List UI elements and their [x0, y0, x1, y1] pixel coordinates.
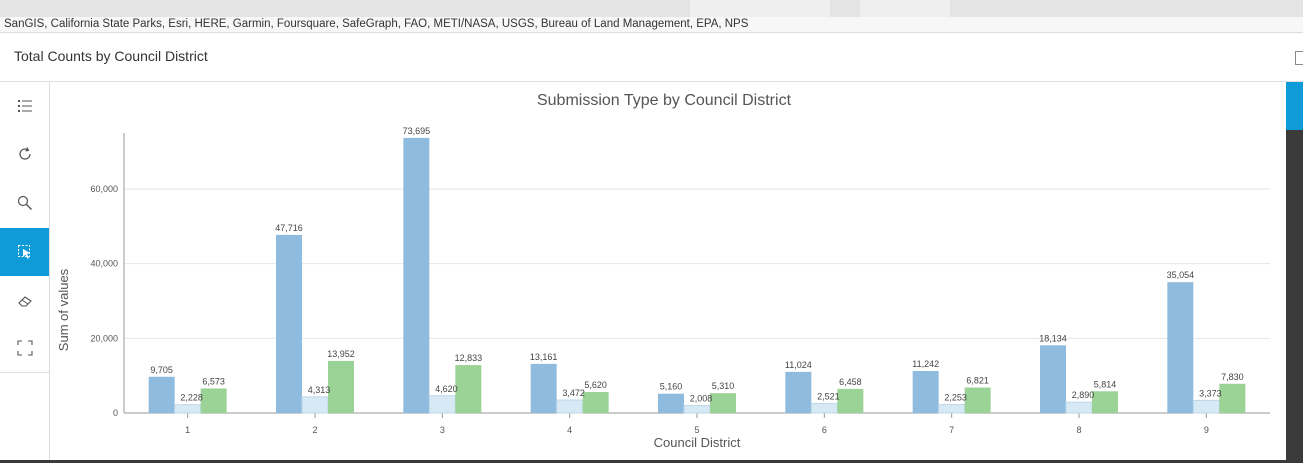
- right-scrollbar[interactable]: [1286, 82, 1303, 463]
- bar[interactable]: [1167, 282, 1194, 413]
- selection-icon: [17, 245, 30, 259]
- bar[interactable]: [1192, 399, 1220, 414]
- y-axis-label: Sum of values: [56, 268, 71, 351]
- bar[interactable]: [428, 395, 456, 414]
- bar[interactable]: [938, 404, 966, 414]
- bar-chart[interactable]: Submission Type by Council District Sum …: [50, 82, 1286, 463]
- x-tick-label: 3: [440, 425, 445, 435]
- data-label: 3,373: [1199, 388, 1222, 398]
- data-label: 2,228: [180, 393, 203, 403]
- bar[interactable]: [964, 387, 991, 413]
- zoom-icon: [17, 195, 32, 210]
- x-tick-label: 6: [822, 425, 827, 435]
- bar[interactable]: [683, 405, 711, 414]
- refresh-icon: [18, 147, 31, 160]
- data-label: 6,458: [839, 377, 862, 387]
- y-tick-label: 40,000: [90, 259, 118, 269]
- x-tick-label: 1: [185, 425, 190, 435]
- panel-header: Total Counts by Council District: [0, 33, 1303, 82]
- selection-button[interactable]: [0, 228, 49, 276]
- data-label: 2,890: [1072, 390, 1095, 400]
- y-tick-label: 60,000: [90, 184, 118, 194]
- bar[interactable]: [301, 396, 329, 414]
- eraser-icon: [17, 296, 32, 307]
- map-road: [690, 0, 830, 17]
- bar[interactable]: [148, 376, 175, 413]
- y-tick-label: 0: [113, 408, 118, 418]
- data-label: 3,472: [562, 388, 585, 398]
- bar[interactable]: [200, 388, 227, 413]
- data-label: 47,716: [275, 223, 303, 233]
- bar[interactable]: [837, 388, 864, 413]
- bar[interactable]: [328, 360, 354, 413]
- bar[interactable]: [1040, 345, 1066, 413]
- toolbar-divider: [0, 372, 49, 373]
- fullscreen-button[interactable]: [0, 324, 49, 372]
- data-label: 6,821: [966, 376, 989, 386]
- bar[interactable]: [1065, 401, 1093, 414]
- data-label: 5,814: [1094, 379, 1117, 389]
- map-attribution: SanGIS, California State Parks, Esri, HE…: [0, 17, 1303, 33]
- map-road: [860, 0, 950, 17]
- data-label: 13,952: [327, 349, 355, 359]
- data-label: 5,620: [584, 380, 607, 390]
- bar[interactable]: [556, 399, 584, 414]
- data-label: 9,705: [150, 365, 173, 375]
- data-label: 18,134: [1039, 333, 1067, 343]
- export-icon[interactable]: [1295, 51, 1303, 65]
- data-label: 4,313: [308, 385, 331, 395]
- panel-title: Total Counts by Council District: [14, 48, 208, 64]
- zoom-button[interactable]: [0, 179, 49, 227]
- x-tick-label: 5: [694, 425, 699, 435]
- bar[interactable]: [810, 403, 838, 414]
- bars: [148, 137, 1246, 414]
- x-tick-label: 4: [567, 425, 572, 435]
- expand-icon: [16, 340, 33, 356]
- bar[interactable]: [530, 363, 557, 413]
- data-label: 11,242: [912, 359, 939, 369]
- bar[interactable]: [1219, 383, 1246, 413]
- x-tick-label: 8: [1076, 425, 1081, 435]
- bar[interactable]: [174, 404, 202, 414]
- scroll-thumb[interactable]: [1286, 82, 1303, 130]
- x-tick-label: 7: [949, 425, 954, 435]
- bar[interactable]: [403, 137, 430, 413]
- data-label: 7,830: [1221, 372, 1244, 382]
- legend-button[interactable]: [0, 82, 49, 130]
- chart-toolbar: [0, 82, 50, 463]
- bar[interactable]: [912, 371, 939, 413]
- data-label: 4,620: [435, 384, 458, 394]
- chart-area: Submission Type by Council District Sum …: [50, 82, 1286, 463]
- list-icon: [17, 100, 32, 112]
- bar[interactable]: [455, 365, 482, 413]
- x-axis-label: Council District: [654, 435, 741, 450]
- bar[interactable]: [276, 234, 302, 413]
- bar[interactable]: [710, 393, 736, 413]
- data-label: 73,695: [403, 126, 431, 136]
- bar[interactable]: [1092, 391, 1118, 413]
- data-label: 5,310: [712, 381, 735, 391]
- x-tick-label: 2: [312, 425, 317, 435]
- bar[interactable]: [658, 393, 684, 413]
- chart-title: Submission Type by Council District: [537, 92, 792, 109]
- data-labels: 9,705 2,228 6,573 47,716 4,313 13,952 73,695 4,…: [150, 126, 1243, 404]
- data-label: 13,161: [530, 352, 558, 362]
- data-label: 2,521: [817, 392, 840, 402]
- data-label: 6,573: [202, 376, 225, 386]
- bar[interactable]: [582, 392, 609, 413]
- data-label: 11,024: [785, 360, 812, 370]
- x-tick-label: 9: [1204, 425, 1209, 435]
- y-tick-label: 20,000: [90, 333, 118, 343]
- data-label: 2,253: [944, 393, 967, 403]
- data-label: 5,160: [660, 382, 683, 392]
- bar[interactable]: [785, 371, 812, 413]
- clear-selection-button[interactable]: [0, 277, 49, 325]
- data-label: 35,054: [1167, 270, 1195, 280]
- data-label: 12,833: [455, 353, 483, 363]
- refresh-button[interactable]: [0, 130, 49, 178]
- map-strip[interactable]: [0, 0, 1303, 17]
- data-label: 2,008: [690, 394, 713, 404]
